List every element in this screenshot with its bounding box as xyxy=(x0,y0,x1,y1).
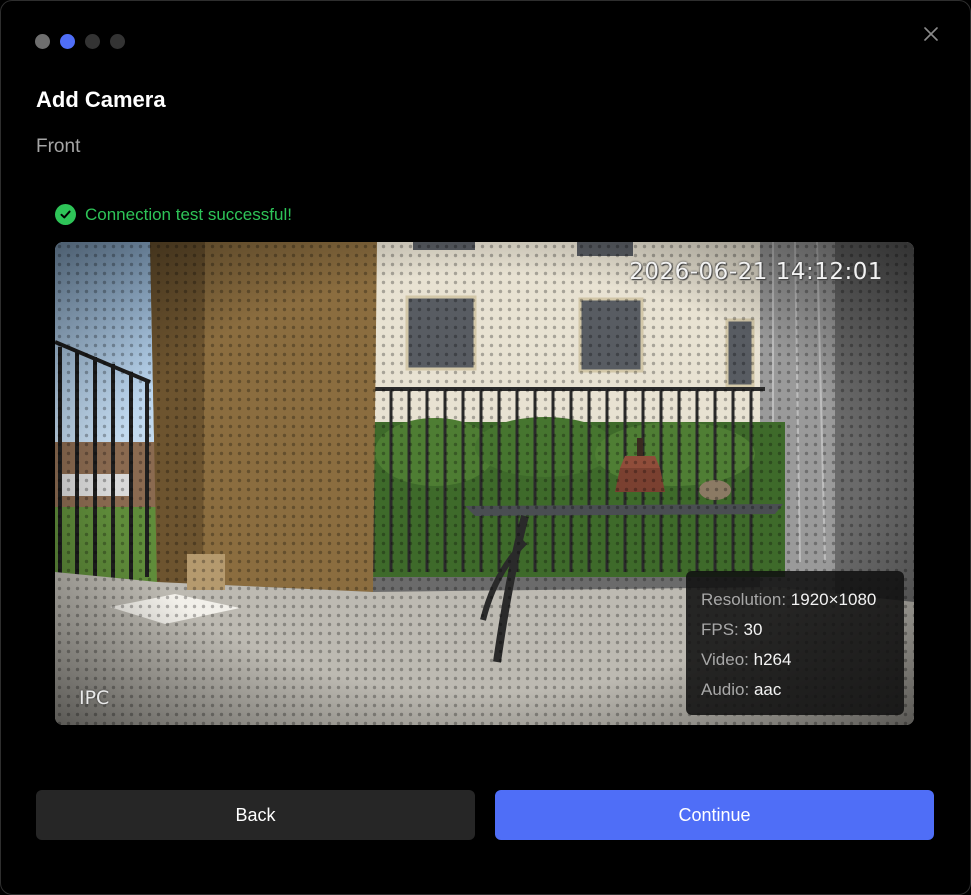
dialog-title: Add Camera xyxy=(36,87,166,112)
stream-info-fps: FPS: 30 xyxy=(701,620,763,639)
camera-name: Front xyxy=(36,136,81,157)
close-icon xyxy=(924,27,938,41)
stream-info-panel: Resolution: 1920×1080 FPS: 30 Video: h26… xyxy=(686,571,904,715)
camera-preview: 2026-06-21 14:12:01 IPC Resolution: 1920… xyxy=(55,242,914,725)
close-button[interactable] xyxy=(920,23,942,45)
continue-button[interactable]: Continue xyxy=(495,790,934,840)
step-indicator-1 xyxy=(35,34,50,49)
osd-camera-label: IPC xyxy=(79,687,110,709)
stream-info-resolution: Resolution: 1920×1080 xyxy=(701,590,877,609)
wizard-steps xyxy=(35,34,125,49)
osd-timestamp: 2026-06-21 14:12:01 xyxy=(629,259,883,285)
add-camera-dialog: Add Camera Front Connection test success… xyxy=(0,0,971,895)
stream-info-video: Video: h264 xyxy=(701,650,792,669)
step-indicator-4 xyxy=(110,34,125,49)
step-indicator-3 xyxy=(85,34,100,49)
connection-status: Connection test successful! xyxy=(55,204,292,225)
connection-status-text: Connection test successful! xyxy=(85,204,292,224)
stream-info-audio: Audio: aac xyxy=(701,680,782,699)
back-button[interactable]: Back xyxy=(36,790,475,840)
check-circle-icon xyxy=(55,204,76,225)
step-indicator-2 xyxy=(60,34,75,49)
